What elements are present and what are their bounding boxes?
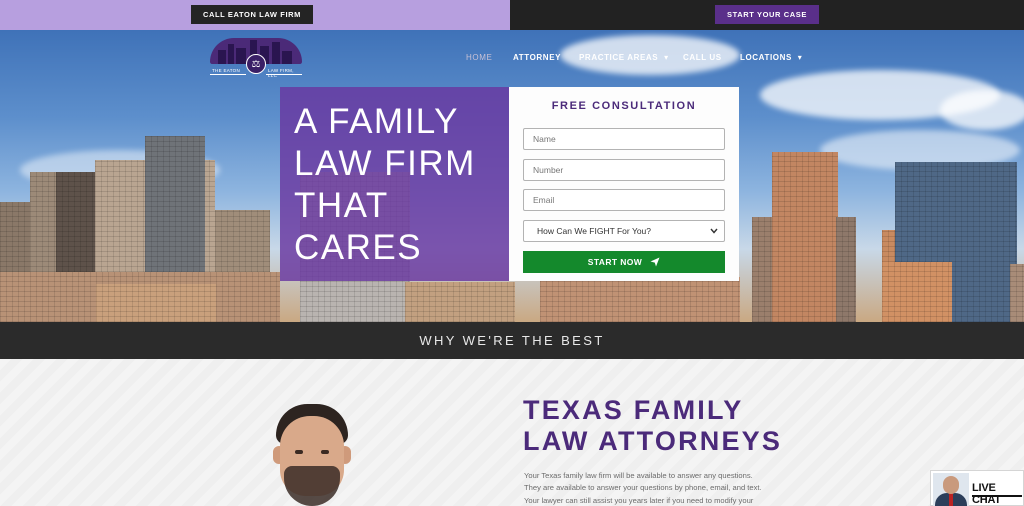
logo-divider [210, 74, 246, 75]
chevron-down-icon: ▾ [797, 53, 803, 62]
headline-line: LAW ATTORNEYS [523, 426, 783, 456]
start-your-case-button[interactable]: START YOUR CASE [715, 5, 819, 24]
portrait-eye [321, 450, 329, 454]
nav-attorney[interactable]: ATTORNEY [513, 53, 561, 62]
service-select-value: How Can We FIGHT For You? [537, 226, 652, 236]
portrait-beard [284, 466, 340, 506]
headline-line: TEXAS FAMILY [523, 395, 744, 425]
building [882, 262, 952, 322]
service-select[interactable]: How Can We FIGHT For You? [523, 220, 725, 242]
hero-title-line: LAW FIRM [294, 144, 476, 183]
nav-call-us[interactable]: CALL US [683, 53, 722, 62]
live-chat-label: LIVE CHAT [972, 482, 1001, 506]
nav-attorney-label: ATTORNEY [513, 53, 562, 62]
live-chat-widget[interactable]: LIVE CHAT [930, 470, 1024, 506]
building [405, 282, 515, 322]
building [540, 277, 740, 322]
cloud [940, 90, 1024, 130]
number-field[interactable]: Number [523, 159, 725, 181]
call-firm-button[interactable]: CALL EATON LAW FIRM [191, 5, 313, 24]
hero-title-line: THAT [294, 186, 389, 225]
building [1010, 264, 1024, 322]
nav-locations[interactable]: LOCATIONS ▾ [740, 53, 802, 62]
about-section: TEXAS FAMILY LAW ATTORNEYS Your Texas fa… [0, 359, 1024, 506]
consultation-form: FREE CONSULTATION Name Number Email How … [509, 87, 739, 281]
logo-text-right: LAW FIRM, LLC [268, 68, 294, 78]
building [836, 217, 856, 322]
paragraph-line: Your lawyer can still assist you years l… [524, 495, 754, 505]
avatar-head [943, 476, 959, 494]
name-field[interactable]: Name [523, 128, 725, 150]
start-now-label: START NOW [587, 257, 643, 267]
avatar-tie [949, 493, 953, 506]
email-field[interactable]: Email [523, 189, 725, 211]
hero-title: A FAMILY LAW FIRM THAT CARES [294, 101, 504, 269]
nav-practice-areas-label: PRACTICE AREAS [579, 53, 659, 62]
top-bar-right: START YOUR CASE [510, 0, 1024, 30]
hero-section: ⚖ THE EATON LAW FIRM, LLC HOME ATTORNEY … [0, 30, 1024, 322]
attorney-portrait [262, 404, 362, 506]
nav-practice-areas[interactable]: PRACTICE AREAS ▾ [579, 53, 669, 62]
chat-agent-avatar [933, 473, 969, 506]
hero-title-line: CARES [294, 228, 423, 267]
chevron-down-icon: ▾ [664, 53, 669, 62]
nav-home-label: HOME [466, 53, 493, 62]
top-bar-left: CALL EATON LAW FIRM [0, 0, 510, 30]
live-chat-underline [972, 495, 1022, 497]
why-we-are-the-best-band: WHY WE'RE THE BEST [0, 322, 1024, 359]
building [96, 284, 216, 322]
main-nav: HOME ATTORNEY PRACTICE AREAS ▾ CALL US L… [0, 53, 1024, 65]
nav-home[interactable]: HOME [466, 53, 492, 62]
paragraph-line: They are available to answer your questi… [524, 483, 762, 493]
top-bar: CALL EATON LAW FIRM START YOUR CASE [0, 0, 1024, 30]
form-title: FREE CONSULTATION [551, 100, 697, 112]
nav-locations-label: LOCATIONS [740, 53, 792, 62]
chevron-down-icon [710, 228, 718, 234]
paragraph-line: Your Texas family law firm will be avail… [524, 471, 753, 480]
logo-text-left: THE EATON [212, 68, 241, 73]
about-paragraph: Your Texas family law firm will be avail… [524, 470, 794, 506]
nav-call-us-label: CALL US [683, 53, 722, 62]
section-headline: TEXAS FAMILY LAW ATTORNEYS [523, 395, 843, 457]
hero-title-line: A FAMILY [294, 102, 460, 141]
hero-title-card: A FAMILY LAW FIRM THAT CARES [280, 87, 509, 281]
portrait-eye [295, 450, 303, 454]
why-heading: WHY WE'RE THE BEST [419, 333, 605, 348]
building [772, 152, 838, 322]
paper-plane-icon [650, 257, 660, 267]
start-now-button[interactable]: START NOW [523, 251, 725, 273]
